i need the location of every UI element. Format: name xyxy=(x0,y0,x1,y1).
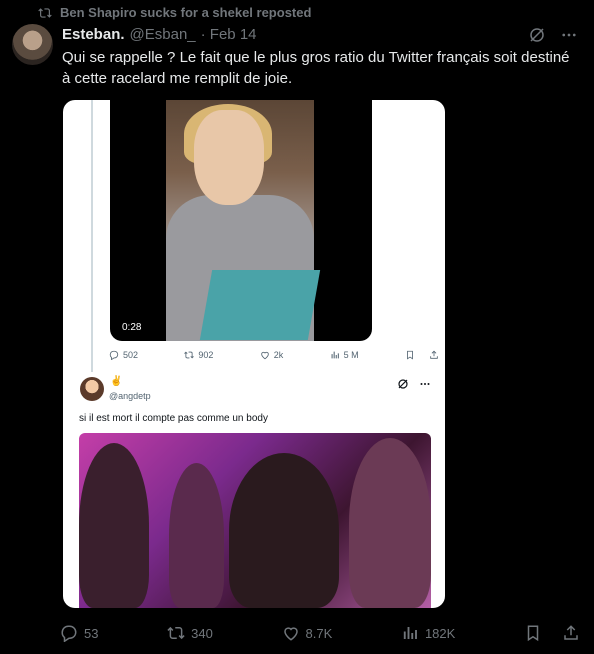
embedded-like[interactable]: 2k xyxy=(260,350,284,360)
repost-button[interactable]: 340 xyxy=(167,624,213,642)
more-icon[interactable] xyxy=(560,26,578,44)
bookmark-icon[interactable] xyxy=(524,624,542,642)
repost-icon xyxy=(167,626,185,640)
quoted-handle[interactable]: @angdetp xyxy=(109,391,151,401)
tweet-actions: 53 340 8.7K 182K xyxy=(60,624,580,642)
repost-text: Ben Shapiro sucks for a shekel reposted xyxy=(60,5,312,20)
video-duration: 0:28 xyxy=(122,322,142,333)
embedded-reply-count: 502 xyxy=(123,350,139,360)
repost-icon xyxy=(184,351,195,359)
like-count: 8.7K xyxy=(305,625,333,641)
tweet-header: Esteban. @Esban_ · Feb 14 xyxy=(62,26,257,43)
repost-icon xyxy=(38,7,52,18)
views-icon xyxy=(403,627,417,639)
reply-button[interactable]: 53 xyxy=(60,624,98,642)
video-frame xyxy=(166,100,321,341)
thread-line xyxy=(91,100,93,372)
grok-icon[interactable] xyxy=(528,26,546,44)
quoted-emoji: ✌ xyxy=(110,376,123,387)
views-button[interactable]: 182K xyxy=(401,624,455,642)
quoted-avatar[interactable] xyxy=(80,377,104,401)
embedded-views[interactable]: 5 M xyxy=(330,350,359,360)
heart-icon xyxy=(260,351,269,360)
share-icon[interactable] xyxy=(429,350,439,360)
tweet-top-icons xyxy=(528,26,578,44)
embedded-repost-count: 902 xyxy=(198,350,214,360)
tweet-text: Qui se rappelle ? Le fait que le plus gr… xyxy=(62,49,570,87)
tweet-date[interactable]: · Feb 14 xyxy=(201,26,257,43)
embedded-repost[interactable]: 902 xyxy=(184,350,213,360)
embedded-share-group xyxy=(405,350,439,360)
quoted-icons xyxy=(397,378,431,390)
figure-left xyxy=(79,443,149,608)
embedded-views-count: 5 M xyxy=(343,350,359,360)
like-button[interactable]: 8.7K xyxy=(282,624,333,642)
figure-right xyxy=(349,438,431,608)
save-share-group xyxy=(524,624,580,642)
grok-icon[interactable] xyxy=(397,378,409,390)
embedded-screenshot-card[interactable]: 0:28 502 902 2k 5 M ✌ @angdetp si il est… xyxy=(63,100,445,608)
embedded-reply[interactable]: 502 xyxy=(109,350,138,360)
more-icon[interactable] xyxy=(419,378,431,390)
embedded-video-actions: 502 902 2k 5 M xyxy=(109,350,439,360)
laptop-shape xyxy=(199,270,321,340)
reply-icon xyxy=(109,350,119,360)
reply-count: 53 xyxy=(84,625,99,641)
author-name[interactable]: Esteban. xyxy=(62,26,125,43)
bookmark-icon[interactable] xyxy=(405,350,415,360)
views-count: 182K xyxy=(424,625,456,641)
embedded-like-count: 2k xyxy=(273,350,284,360)
quoted-text: si il est mort il compte pas comme un bo… xyxy=(79,413,268,424)
embedded-video[interactable]: 0:28 xyxy=(110,100,372,341)
author-avatar[interactable] xyxy=(12,24,53,65)
repost-count: 340 xyxy=(191,625,213,641)
views-icon xyxy=(331,351,339,359)
author-handle[interactable]: @Esban_ xyxy=(130,26,196,43)
share-icon[interactable] xyxy=(562,624,580,642)
quoted-image[interactable] xyxy=(79,433,431,608)
figure-center xyxy=(229,453,339,608)
face-shape xyxy=(194,110,264,205)
repost-indicator[interactable]: Ben Shapiro sucks for a shekel reposted xyxy=(38,5,311,20)
heart-icon xyxy=(283,627,298,641)
reply-icon xyxy=(61,625,77,642)
figure-back xyxy=(169,463,224,608)
